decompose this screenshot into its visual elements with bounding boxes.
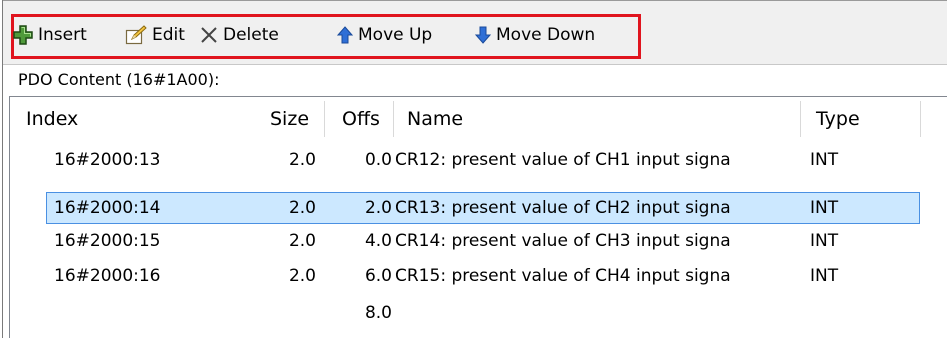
table-row[interactable]: 16#2000:13 2.0 0.0 CR12: present value o… — [10, 144, 947, 176]
cell-type: INT — [810, 198, 839, 218]
cell-size: 2.0 — [288, 150, 316, 170]
move-up-button[interactable]: Move Up — [337, 22, 432, 48]
delete-label: Delete — [223, 25, 279, 45]
arrow-down-icon — [475, 26, 491, 44]
arrow-up-icon — [337, 26, 353, 44]
cell-index: 16#2000:16 — [54, 266, 161, 286]
pdo-content-label: PDO Content (16#1A00): — [18, 70, 220, 89]
edit-button[interactable]: Edit — [125, 22, 185, 48]
pdo-editor-panel: Insert Edit Delete Move Up Move Down PDO… — [0, 0, 947, 338]
column-divider[interactable] — [393, 101, 394, 137]
cell-index: 16#2000:14 — [54, 198, 161, 218]
cell-offs: 2.0 — [364, 198, 392, 218]
x-icon — [200, 26, 218, 44]
cell-type — [810, 297, 890, 329]
cell-name: CR14: present value of CH3 input signa — [395, 231, 731, 251]
cell-size: 2.0 — [288, 266, 316, 286]
pencil-icon — [125, 25, 147, 45]
cell-size: 2.0 — [288, 231, 316, 251]
cell-size — [210, 297, 316, 329]
table-row[interactable]: 16#2000:16 2.0 6.0 CR15: present value o… — [10, 260, 947, 292]
delete-button[interactable]: Delete — [200, 22, 279, 48]
cell-name: CR15: present value of CH4 input signa — [395, 266, 731, 286]
cell-size: 2.0 — [288, 198, 316, 218]
column-divider[interactable] — [920, 101, 921, 137]
edit-label: Edit — [152, 25, 185, 45]
cell-name: CR13: present value of CH2 input signa — [395, 198, 731, 218]
cell-offs: 8.0 — [364, 303, 392, 323]
cell-index — [54, 297, 214, 329]
column-divider[interactable] — [324, 101, 325, 137]
move-up-label: Move Up — [358, 25, 433, 45]
pdo-content-table: Index Size Offs Name Type 16#2000:13 2.0… — [9, 96, 947, 338]
cell-name — [395, 297, 815, 329]
insert-button[interactable]: Insert — [13, 22, 87, 48]
cell-type: INT — [810, 266, 839, 286]
table-row-selected[interactable]: 16#2000:14 2.0 2.0 CR13: present value o… — [10, 192, 947, 224]
cell-type: INT — [810, 150, 839, 170]
column-header-offs[interactable]: Offs — [342, 97, 380, 141]
cell-type: INT — [810, 231, 839, 251]
toolbar: Insert Edit Delete Move Up Move Down — [3, 1, 947, 65]
cell-offs: 4.0 — [364, 231, 392, 251]
cell-offs: 0.0 — [364, 150, 392, 170]
plus-icon — [13, 25, 33, 45]
cell-index: 16#2000:13 — [54, 150, 161, 170]
insert-label: Insert — [38, 25, 87, 45]
cell-name: CR12: present value of CH1 input signa — [395, 150, 731, 170]
cell-offs: 6.0 — [364, 266, 392, 286]
column-header-index[interactable]: Index — [26, 97, 78, 141]
move-down-button[interactable]: Move Down — [475, 22, 595, 48]
column-divider[interactable] — [800, 101, 801, 137]
column-header-name[interactable]: Name — [407, 97, 463, 141]
toolbar-divider — [3, 64, 947, 65]
cell-index: 16#2000:15 — [54, 231, 161, 251]
table-row-total[interactable]: 8.0 — [10, 297, 947, 329]
column-header-type[interactable]: Type — [816, 97, 860, 141]
table-header: Index Size Offs Name Type — [10, 97, 947, 141]
column-header-size[interactable]: Size — [270, 97, 309, 141]
table-row[interactable]: 16#2000:15 2.0 4.0 CR14: present value o… — [10, 225, 947, 257]
move-down-label: Move Down — [496, 25, 596, 45]
